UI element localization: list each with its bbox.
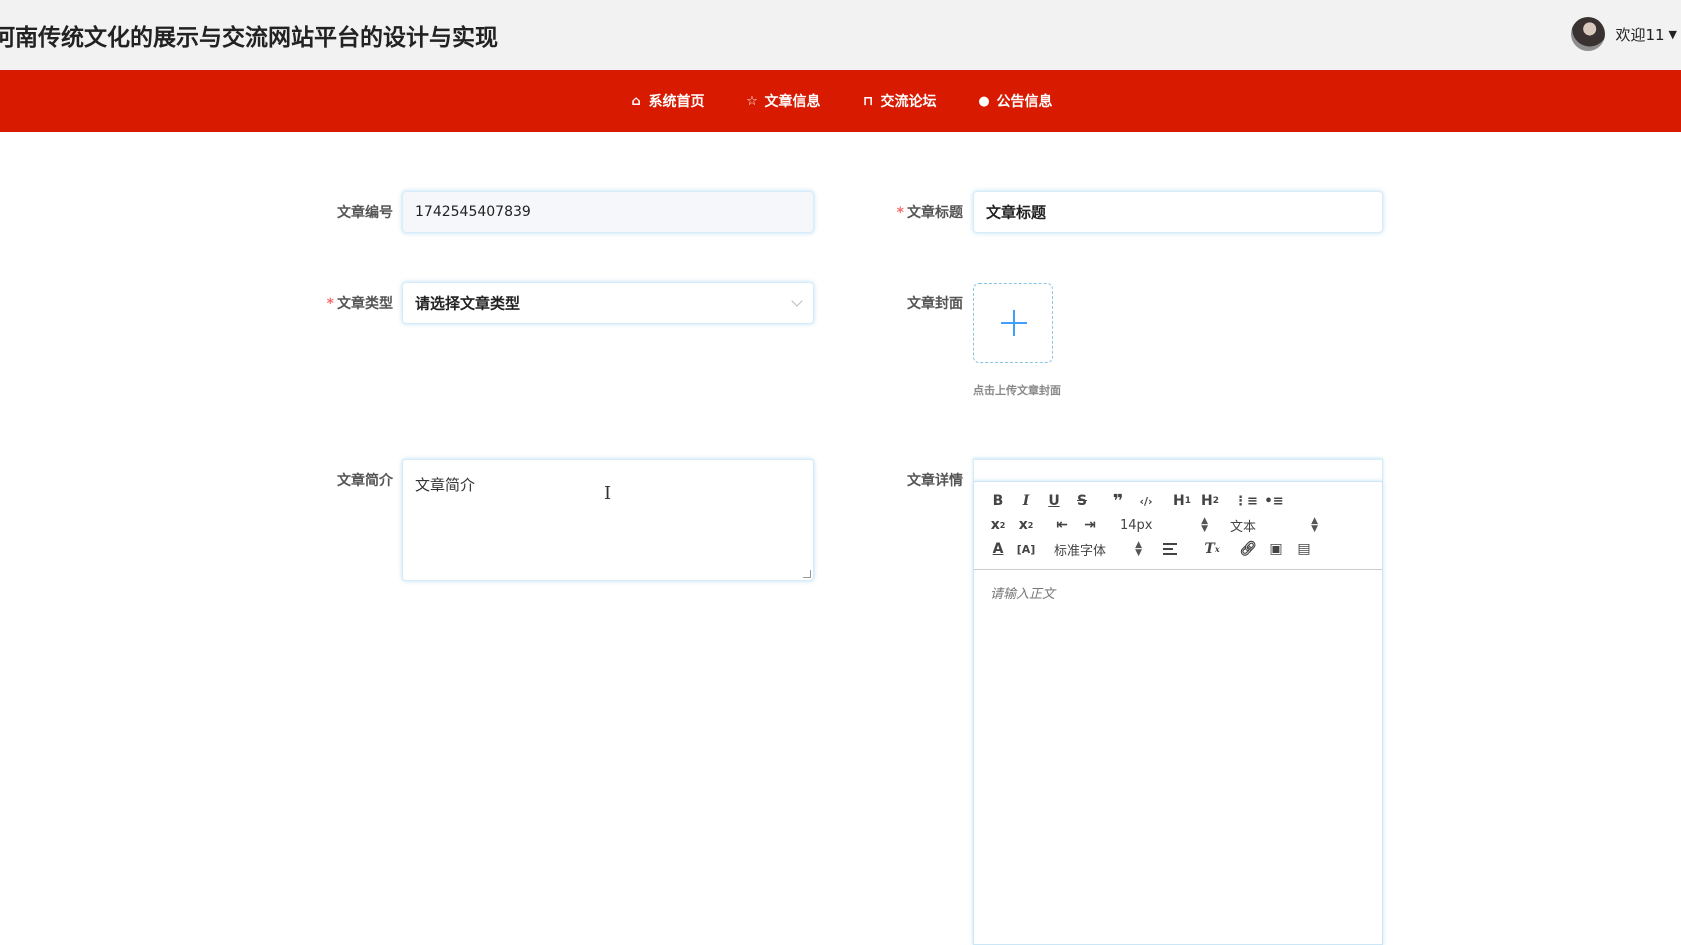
font-family-select[interactable]: 标准字体 ▲ ▼ — [1048, 537, 1148, 561]
link-icon[interactable]: 🔗︎ — [1234, 537, 1262, 561]
article-intro-label: 文章简介 — [337, 473, 393, 489]
font-size-select[interactable]: 14px ▲ ▼ — [1114, 513, 1214, 537]
plus-icon-vertical — [1013, 310, 1015, 336]
toolbar-row-3: A [A] 标准字体 ▲ ▼ Tx 🔗︎ ▣ ▤ — [984, 537, 1318, 561]
cover-upload-button[interactable] — [973, 283, 1053, 363]
blockquote-icon[interactable]: ❞ — [1104, 489, 1132, 513]
editor-top-strip — [973, 459, 1383, 481]
superscript-icon[interactable]: x2 — [1012, 513, 1040, 537]
upload-tip: 点击上传文章封面 — [973, 384, 1061, 397]
required-mark: * — [896, 205, 904, 221]
article-id-label: 文章编号 — [337, 205, 393, 221]
article-id-value: 1742545407839 — [415, 204, 531, 220]
rich-text-editor: B I U S ❞ ‹/› H1 H2 ⋮≡ •≡ x2 x2 ⇤ ⇥ 14px… — [973, 481, 1383, 945]
updown-arrows-icon: ▲ ▼ — [1201, 516, 1208, 534]
article-type-select[interactable]: 请选择文章类型 — [402, 282, 814, 324]
updown-arrows-icon: ▲ ▼ — [1311, 516, 1318, 534]
header-value: 文本 — [1230, 519, 1257, 535]
article-type-label: * 文章类型 — [326, 296, 393, 312]
welcome-text[interactable]: 欢迎11 — [1615, 24, 1664, 45]
article-title-value: 文章标题 — [986, 203, 1047, 222]
h2-icon[interactable]: H2 — [1196, 489, 1224, 513]
nav-label: 文章信息 — [764, 94, 821, 110]
italic-icon[interactable]: I — [1012, 489, 1040, 513]
top-header: 河南传统文化的展示与交流网站平台的设计与实现 欢迎11 ▼ — [0, 0, 1681, 70]
article-id-input[interactable]: 1742545407839 — [402, 191, 814, 233]
chevron-down-icon — [791, 295, 803, 307]
h1-icon[interactable]: H1 — [1168, 489, 1196, 513]
strike-icon[interactable]: S — [1068, 489, 1096, 513]
text-cursor-icon: I — [604, 483, 612, 504]
nav-label: 系统首页 — [648, 94, 705, 110]
article-title-input[interactable]: 文章标题 — [973, 191, 1383, 233]
bullet-list-icon[interactable]: •≡ — [1260, 489, 1288, 513]
nav-label: 公告信息 — [996, 94, 1053, 110]
bold-icon[interactable]: B — [984, 489, 1012, 513]
resize-handle[interactable] — [803, 570, 811, 578]
ordered-list-icon[interactable]: ⋮≡ — [1232, 489, 1260, 513]
font-family-value: 标准字体 — [1054, 543, 1107, 559]
toolbar-row-2: x2 x2 ⇤ ⇥ 14px ▲ ▼ 文本 ▲ ▼ — [984, 513, 1324, 537]
site-title: 河南传统文化的展示与交流网站平台的设计与实现 — [0, 25, 498, 51]
article-type-placeholder: 请选择文章类型 — [415, 294, 521, 313]
indent-icon[interactable]: ⇥ — [1076, 513, 1104, 537]
background-color-icon[interactable]: [A] — [1012, 537, 1040, 561]
article-detail-label: 文章详情 — [907, 473, 963, 489]
nav-item-notices[interactable]: ● 公告信息 — [977, 91, 1053, 111]
code-block-icon[interactable]: ‹/› — [1132, 489, 1160, 513]
home-icon: ⌂ — [631, 93, 641, 109]
avatar[interactable] — [1571, 17, 1606, 51]
article-intro-value: 文章简介 — [415, 476, 476, 494]
bag-icon: ⊓ — [862, 93, 874, 109]
video-icon[interactable]: ▤ — [1290, 537, 1318, 561]
star-icon: ☆ — [746, 93, 758, 109]
article-intro-textarea[interactable]: 文章简介 — [402, 459, 814, 581]
main-nav: ⌂ 系统首页 ☆ 文章信息 ⊓ 交流论坛 ● 公告信息 — [0, 70, 1681, 132]
nav-item-articles[interactable]: ☆ 文章信息 — [745, 91, 821, 111]
updown-arrows-icon: ▲ ▼ — [1135, 540, 1142, 558]
subscript-icon[interactable]: x2 — [984, 513, 1012, 537]
outdent-icon[interactable]: ⇤ — [1048, 513, 1076, 537]
font-color-icon[interactable]: A — [984, 537, 1012, 561]
toolbar-row-1: B I U S ❞ ‹/› H1 H2 ⋮≡ •≡ — [984, 489, 1288, 513]
nav-item-forum[interactable]: ⊓ 交流论坛 — [861, 91, 937, 111]
article-title-label: * 文章标题 — [896, 205, 963, 221]
header-select[interactable]: 文本 ▲ ▼ — [1224, 513, 1324, 537]
article-cover-label: 文章封面 — [907, 296, 963, 312]
caret-down-icon[interactable]: ▼ — [1669, 28, 1677, 41]
clear-format-icon[interactable]: Tx — [1198, 537, 1226, 561]
nav-item-home[interactable]: ⌂ 系统首页 — [629, 91, 705, 111]
image-icon[interactable]: ▣ — [1262, 537, 1290, 561]
font-size-value: 14px — [1120, 517, 1153, 533]
underline-icon[interactable]: U — [1040, 489, 1068, 513]
align-left-icon[interactable] — [1156, 537, 1184, 561]
user-menu[interactable]: 欢迎11 ▼ — [1571, 16, 1681, 52]
info-icon: ● — [978, 93, 990, 109]
editor-toolbar: B I U S ❞ ‹/› H1 H2 ⋮≡ •≡ x2 x2 ⇤ ⇥ 14px… — [974, 482, 1382, 570]
nav-label: 交流论坛 — [880, 94, 937, 110]
required-mark: * — [326, 296, 334, 312]
editor-placeholder[interactable]: 请输入正文 — [990, 583, 1055, 602]
